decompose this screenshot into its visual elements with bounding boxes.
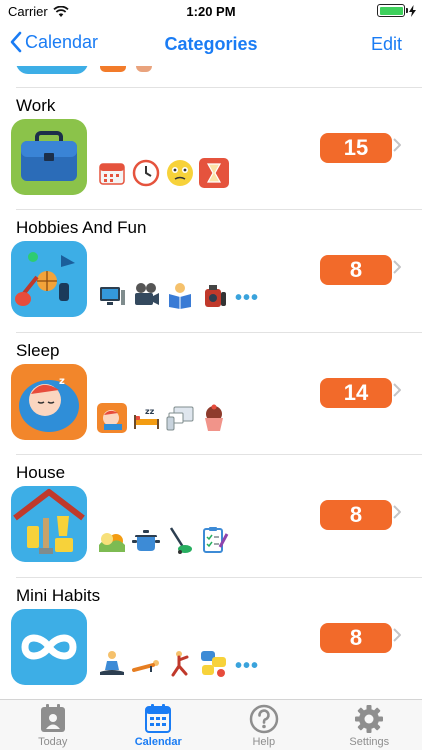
camera-bag-icon	[205, 285, 226, 308]
category-name: Mini Habits	[16, 585, 101, 605]
chevron-right-icon	[393, 138, 401, 152]
tab-settings[interactable]: Settings	[317, 700, 422, 750]
svg-text:zz: zz	[145, 407, 155, 416]
help-icon	[249, 704, 278, 734]
count-badge: 15	[320, 133, 392, 163]
more-icon: •••	[235, 287, 260, 310]
hobbies-icon	[11, 241, 87, 318]
navigation-bar: Calendar Categories Edit	[0, 22, 422, 66]
chevron-right-icon	[393, 505, 401, 519]
vacuum-icon	[169, 527, 192, 555]
category-name: Sleep	[16, 340, 60, 360]
tab-label: Settings	[349, 736, 390, 748]
status-bar: Carrier 1:20 PM	[0, 0, 422, 22]
count-badge: 8	[320, 500, 392, 531]
chevron-right-icon	[393, 383, 401, 397]
count-badge: 8	[320, 255, 392, 286]
status-right	[377, 4, 416, 17]
bed-icon: zz	[134, 407, 159, 429]
today-icon	[40, 704, 65, 732]
tab-help[interactable]: Help	[211, 700, 317, 750]
activity-icons	[97, 158, 229, 188]
calendar-tab-icon	[145, 704, 172, 733]
list-item-partial[interactable]	[16, 66, 422, 88]
category-row-mini-habits[interactable]: Mini Habits ••• 8	[0, 578, 422, 698]
meditation-icon	[100, 650, 124, 675]
category-row-hobbies[interactable]: Hobbies And Fun ••• 8	[0, 210, 422, 334]
tab-label: Today	[38, 736, 68, 748]
activity-icons	[97, 525, 229, 555]
tab-calendar[interactable]: Calendar	[106, 700, 212, 750]
cooking-pot-icon	[132, 530, 160, 552]
clock-icon	[132, 159, 160, 187]
reading-icon	[169, 283, 191, 310]
app-screen: Carrier 1:20 PM Calendar Categories Edit…	[0, 0, 422, 750]
battery-fill	[379, 6, 403, 15]
activity-icons: •••	[97, 280, 259, 310]
computer-icon	[100, 287, 125, 306]
battery-icon	[377, 4, 408, 17]
calendar-icon	[99, 163, 125, 185]
plank-icon	[132, 659, 159, 672]
edit-button[interactable]: Edit	[371, 34, 402, 55]
category-name: House	[16, 463, 66, 483]
sleep-icon: z	[11, 363, 87, 440]
confused-face-icon	[167, 160, 193, 186]
briefcase-icon	[11, 119, 87, 195]
film-camera-icon	[135, 283, 159, 306]
activity-icons: zz	[97, 402, 229, 433]
activity-icons: •••	[97, 648, 259, 678]
category-name: Hobbies And Fun	[16, 218, 147, 238]
checklist-icon	[203, 527, 229, 554]
devices-icon	[166, 406, 194, 431]
tab-label: Help	[252, 736, 276, 748]
cupcake-icon	[205, 404, 223, 431]
category-row-sleep[interactable]: Sleep z zz 14	[0, 333, 422, 456]
hourglass-icon	[199, 158, 229, 188]
status-time: 1:20 PM	[186, 4, 236, 19]
settings-icon	[355, 705, 384, 733]
page-title: Categories	[164, 34, 258, 54]
chevron-right-icon	[393, 260, 401, 275]
category-row-work[interactable]: Work 15	[0, 88, 422, 211]
charging-bolt-icon	[409, 4, 416, 17]
tab-label: Calendar	[134, 736, 182, 748]
category-row-house[interactable]: House 8	[0, 455, 422, 578]
category-list[interactable]: Work 15 Hobbies And Fun ••• 8 Sleep z zz…	[0, 66, 422, 698]
count-badge: 8	[320, 622, 392, 653]
tab-bar: Today Calendar Help Settings	[0, 699, 422, 750]
sleeping-face-icon	[97, 402, 127, 433]
svg-text:z: z	[59, 376, 65, 387]
more-icon: •••	[235, 654, 260, 677]
chevron-right-icon	[393, 627, 401, 642]
tab-today[interactable]: Today	[0, 700, 106, 750]
sunrise-icon	[99, 533, 125, 553]
count-badge: 14	[320, 377, 392, 408]
stretch-icon	[171, 650, 189, 677]
house-icon	[11, 486, 87, 563]
infinity-loop-icon	[11, 608, 87, 685]
category-name: Work	[16, 96, 56, 115]
chat-icon	[201, 650, 226, 677]
